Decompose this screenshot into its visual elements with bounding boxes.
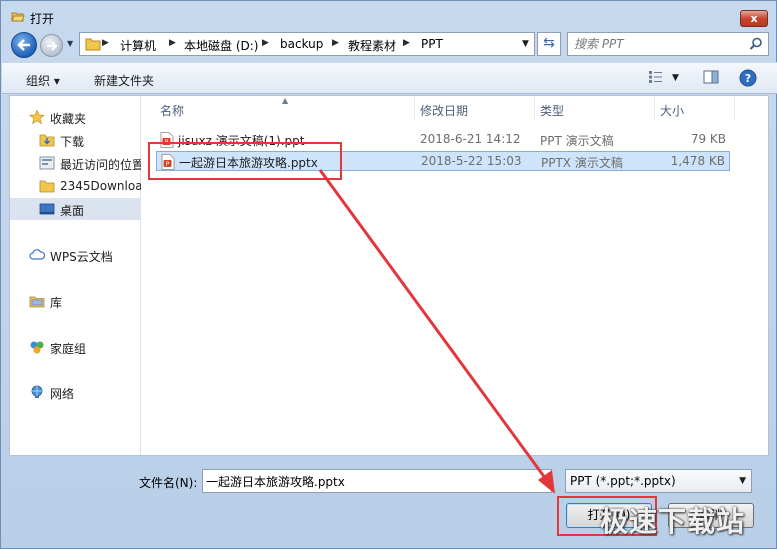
watermark-text: 极速下载站 bbox=[600, 505, 746, 538]
annotation-arrow bbox=[318, 169, 555, 494]
